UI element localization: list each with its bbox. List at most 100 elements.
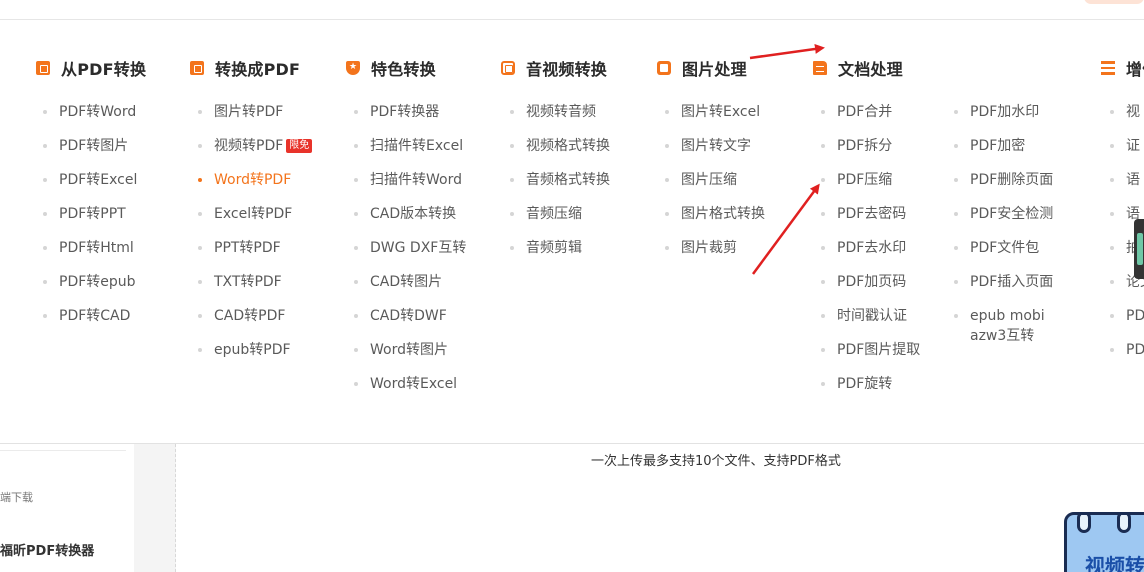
image-list: 图片转Excel 图片转文字 图片压缩 图片格式转换 图片裁剪 — [665, 102, 765, 272]
menu-item-cad-to-dwf[interactable]: CAD转DWF — [354, 306, 466, 340]
audio-video-list: 视频转音频 视频格式转换 音频格式转换 音频压缩 音频剪辑 — [510, 102, 610, 272]
menu-item-clipped[interactable]: PD — [1110, 340, 1144, 374]
featured-list: PDF转换器 扫描件转Excel 扫描件转Word CAD版本转换 DWG DX… — [354, 102, 466, 408]
video-promo-widget[interactable]: 视频转 — [1064, 512, 1144, 572]
menu-item-image-crop[interactable]: 图片裁剪 — [665, 238, 765, 272]
star-shield-icon — [346, 60, 360, 75]
calendar-ring-icon — [1117, 515, 1131, 533]
menu-item-word-to-excel[interactable]: Word转Excel — [354, 374, 466, 408]
menu-item-cad-to-pdf[interactable]: CAD转PDF — [198, 306, 312, 340]
product-name-link[interactable]: 福昕PDF转换器 — [0, 540, 94, 559]
menu-item-pdf-add-watermark[interactable]: PDF加水印 — [954, 102, 1053, 136]
category-audio-video[interactable]: 音视频转换 — [501, 58, 608, 79]
menu-item-timestamp[interactable]: 时间戳认证 — [821, 306, 920, 340]
conversion-menu: 从PDF转换 PDF转Word PDF转图片 PDF转Excel PDF转PPT… — [0, 21, 1144, 443]
menu-item-pdf-add-page-numbers[interactable]: PDF加页码 — [821, 272, 920, 306]
top-bar — [0, 0, 1144, 20]
menu-item-pdf-extract-images[interactable]: PDF图片提取 — [821, 340, 920, 374]
menu-item-video-to-audio[interactable]: 视频转音频 — [510, 102, 610, 136]
menu-item-audio-format[interactable]: 音频格式转换 — [510, 170, 610, 204]
floating-side-widget[interactable] — [1134, 219, 1144, 279]
menu-item-dwg-dxf[interactable]: DWG DXF互转 — [354, 238, 466, 272]
menu-item-label: azw3互转 — [970, 328, 1035, 344]
menu-item-clipped[interactable]: PD — [1110, 306, 1144, 340]
menu-item-epub-to-pdf[interactable]: epub转PDF — [198, 340, 312, 374]
menu-item-word-to-image[interactable]: Word转图片 — [354, 340, 466, 374]
to-pdf-document-icon — [190, 61, 204, 75]
category-title: 转换成PDF — [215, 60, 301, 79]
menu-item-pdf-delete-pages[interactable]: PDF删除页面 — [954, 170, 1053, 204]
list-icon — [1101, 61, 1115, 75]
menu-item-audio-edit[interactable]: 音频剪辑 — [510, 238, 610, 272]
menu-item-txt-to-pdf[interactable]: TXT转PDF — [198, 272, 312, 306]
menu-item-epub-mobi[interactable]: epub mobi azw3互转 — [954, 306, 1053, 354]
document-list-2: PDF加水印 PDF加密 PDF删除页面 PDF安全检测 PDF文件包 PDF插… — [954, 102, 1053, 354]
promo-label: 视频转 — [1085, 554, 1144, 572]
menu-item-clipped[interactable]: 视 — [1110, 102, 1144, 136]
category-title: 文档处理 — [838, 60, 903, 79]
menu-item-label: 视频转PDF — [214, 138, 284, 154]
category-value-added[interactable]: 增值 — [1101, 58, 1144, 79]
menu-item-pdf-encrypt[interactable]: PDF加密 — [954, 136, 1053, 170]
menu-item-pdf-converter[interactable]: PDF转换器 — [354, 102, 466, 136]
media-icon — [501, 61, 515, 75]
free-badge: 限免 — [286, 139, 313, 153]
menu-item-ppt-to-pdf[interactable]: PPT转PDF — [198, 238, 312, 272]
menu-item-image-compress[interactable]: 图片压缩 — [665, 170, 765, 204]
from-pdf-list: PDF转Word PDF转图片 PDF转Excel PDF转PPT PDF转Ht… — [43, 102, 137, 340]
client-download-link[interactable]: 端下载 — [0, 489, 33, 505]
menu-item-label: epub mobi — [970, 308, 1045, 324]
menu-item-clipped[interactable]: 证 — [1110, 136, 1144, 170]
menu-item-video-to-pdf[interactable]: 视频转PDF 限免 — [198, 136, 313, 170]
menu-item-pdf-to-word[interactable]: PDF转Word — [43, 102, 137, 136]
menu-item-scan-to-excel[interactable]: 扫描件转Excel — [354, 136, 466, 170]
to-pdf-list: 图片转PDF 视频转PDF 限免 Word转PDF Excel转PDF PPT转P… — [198, 102, 313, 374]
menu-item-pdf-to-cad[interactable]: PDF转CAD — [43, 306, 137, 340]
menu-item-pdf-to-epub[interactable]: PDF转epub — [43, 272, 137, 306]
menu-item-image-to-pdf[interactable]: 图片转PDF — [198, 102, 312, 136]
menu-item-pdf-to-ppt[interactable]: PDF转PPT — [43, 204, 137, 238]
image-icon — [657, 61, 671, 75]
menu-item-image-to-excel[interactable]: 图片转Excel — [665, 102, 765, 136]
menu-item-pdf-portfolio[interactable]: PDF文件包 — [954, 238, 1053, 272]
menu-item-cad-version[interactable]: CAD版本转换 — [354, 204, 466, 238]
category-to-pdf[interactable]: 转换成PDF — [190, 58, 301, 79]
document-icon — [813, 61, 827, 75]
menu-item-pdf-compress[interactable]: PDF压缩 — [821, 170, 920, 204]
menu-item-cad-to-image[interactable]: CAD转图片 — [354, 272, 466, 306]
menu-item-image-to-text[interactable]: 图片转文字 — [665, 136, 765, 170]
category-title: 图片处理 — [682, 60, 747, 79]
menu-item-pdf-split[interactable]: PDF拆分 — [821, 136, 920, 170]
upload-hint-text: 一次上传最多支持10个文件、支持PDF格式 — [591, 454, 841, 469]
menu-item-pdf-to-excel[interactable]: PDF转Excel — [43, 170, 137, 204]
menu-item-pdf-remove-watermark[interactable]: PDF去水印 — [821, 238, 920, 272]
menu-item-audio-compress[interactable]: 音频压缩 — [510, 204, 610, 238]
category-image[interactable]: 图片处理 — [657, 58, 747, 79]
menu-item-video-format[interactable]: 视频格式转换 — [510, 136, 610, 170]
pdf-document-icon — [36, 61, 50, 75]
menu-item-clipped[interactable]: 语 — [1110, 170, 1144, 204]
calendar-ring-icon — [1077, 515, 1091, 533]
menu-item-pdf-remove-password[interactable]: PDF去密码 — [821, 204, 920, 238]
left-panel-divider — [0, 450, 126, 451]
menu-item-pdf-to-image[interactable]: PDF转图片 — [43, 136, 137, 170]
menu-item-pdf-rotate[interactable]: PDF旋转 — [821, 374, 920, 408]
menu-item-word-to-pdf[interactable]: Word转PDF — [198, 170, 312, 204]
menu-item-image-format[interactable]: 图片格式转换 — [665, 204, 765, 238]
sidebar-gap — [134, 444, 176, 572]
category-document[interactable]: 文档处理 — [813, 58, 903, 79]
top-bar-button-edge[interactable] — [1084, 0, 1144, 4]
menu-item-pdf-to-html[interactable]: PDF转Html — [43, 238, 137, 272]
category-title: 特色转换 — [371, 60, 436, 79]
menu-item-scan-to-word[interactable]: 扫描件转Word — [354, 170, 466, 204]
menu-item-pdf-insert-pages[interactable]: PDF插入页面 — [954, 272, 1053, 306]
menu-item-excel-to-pdf[interactable]: Excel转PDF — [198, 204, 312, 238]
category-from-pdf[interactable]: 从PDF转换 — [36, 58, 147, 79]
document-list: PDF合并 PDF拆分 PDF压缩 PDF去密码 PDF去水印 PDF加页码 时… — [821, 102, 920, 408]
menu-item-pdf-security-check[interactable]: PDF安全检测 — [954, 204, 1053, 238]
menu-item-pdf-merge[interactable]: PDF合并 — [821, 102, 920, 136]
category-title: 从PDF转换 — [61, 60, 147, 79]
category-featured[interactable]: 特色转换 — [346, 58, 436, 79]
category-title: 音视频转换 — [526, 60, 608, 79]
category-title: 增值 — [1126, 60, 1144, 79]
